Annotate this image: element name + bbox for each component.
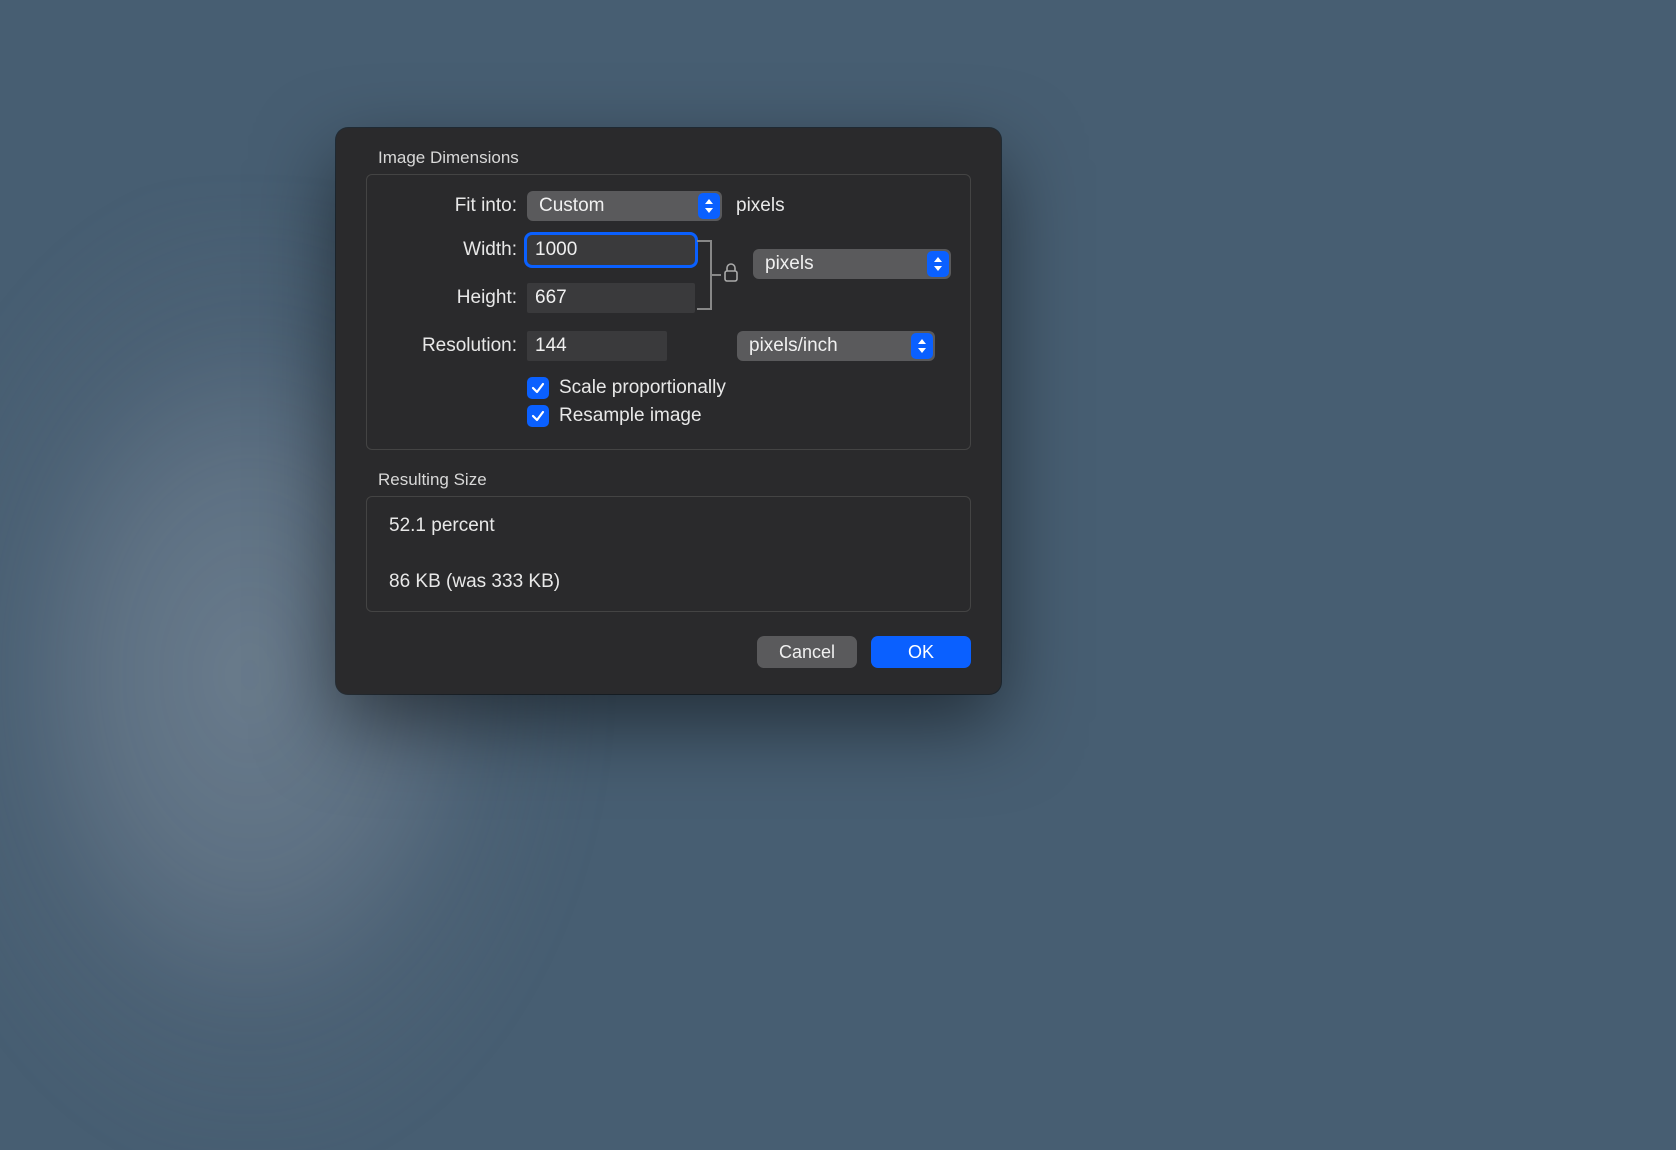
height-input[interactable]	[527, 283, 695, 313]
height-row: Height:	[385, 283, 952, 313]
resulting-size-title: Resulting Size	[378, 470, 1001, 490]
resulting-file-size: 86 KB (was 333 KB)	[389, 571, 948, 593]
image-size-dialog: Image Dimensions Fit into: Custom pixels…	[336, 128, 1001, 694]
fit-into-row: Fit into: Custom pixels	[385, 191, 952, 221]
fit-into-label: Fit into:	[385, 195, 517, 217]
cancel-button[interactable]: Cancel	[757, 636, 857, 668]
resolution-row: Resolution: pixels/inch	[385, 331, 952, 361]
updown-icon	[927, 251, 949, 277]
width-height-block: Width: Height: pixels	[385, 235, 952, 313]
fit-into-popup[interactable]: Custom	[527, 191, 722, 221]
dialog-buttons: Cancel OK	[336, 612, 1001, 694]
width-label: Width:	[385, 239, 517, 261]
resolution-unit-popup[interactable]: pixels/inch	[737, 331, 935, 361]
scale-proportionally-row: Scale proportionally	[527, 377, 952, 399]
resolution-label: Resolution:	[385, 335, 517, 357]
width-input[interactable]	[527, 235, 695, 265]
resolution-unit-value: pixels/inch	[749, 335, 838, 357]
ok-button[interactable]: OK	[871, 636, 971, 668]
fit-into-value: Custom	[539, 195, 604, 217]
resample-image-row: Resample image	[527, 405, 952, 427]
scale-proportionally-checkbox[interactable]	[527, 377, 549, 399]
updown-icon	[911, 333, 933, 359]
scale-proportionally-label: Scale proportionally	[559, 377, 726, 399]
resulting-percent: 52.1 percent	[389, 515, 948, 537]
resample-image-checkbox[interactable]	[527, 405, 549, 427]
wh-unit-value: pixels	[765, 253, 814, 275]
wh-unit-popup[interactable]: pixels	[753, 249, 951, 279]
resolution-input[interactable]	[527, 331, 667, 361]
height-label: Height:	[385, 287, 517, 309]
resample-image-label: Resample image	[559, 405, 702, 427]
lock-icon[interactable]	[723, 263, 739, 288]
image-dimensions-title: Image Dimensions	[378, 148, 1001, 168]
updown-icon	[698, 193, 720, 219]
image-dimensions-group: Fit into: Custom pixels Width: Height:	[366, 174, 971, 450]
resulting-size-group: 52.1 percent 86 KB (was 333 KB)	[366, 496, 971, 612]
fit-into-unit: pixels	[736, 195, 785, 217]
